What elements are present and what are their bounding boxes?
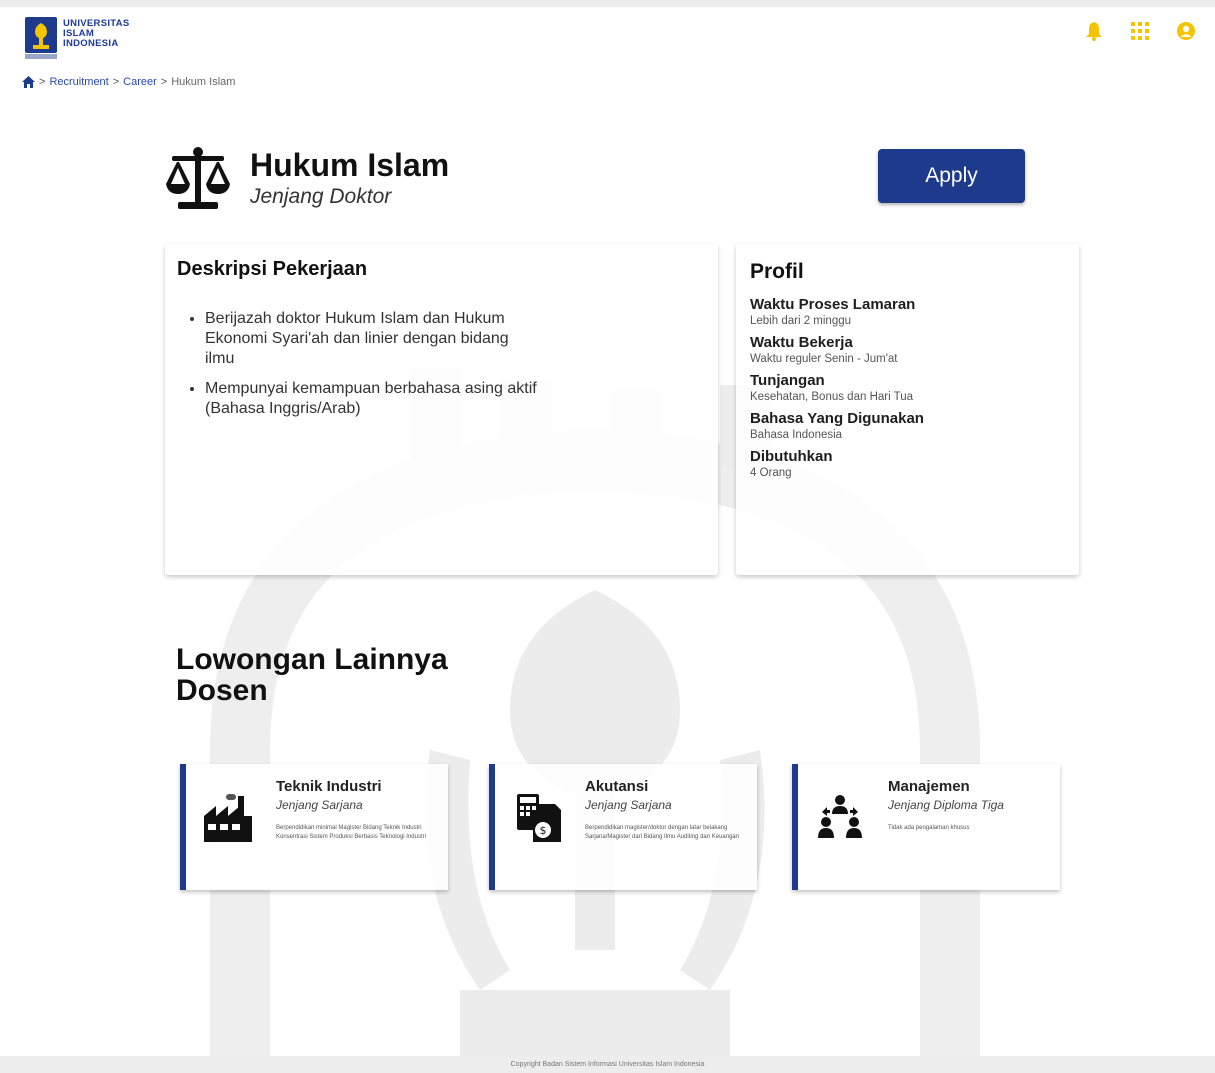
profile-label: Bahasa Yang Digunakan [750, 410, 924, 427]
user-account-button[interactable] [1175, 20, 1197, 42]
breadcrumb-separator: > [39, 76, 46, 88]
profile-item-working-time: Waktu Bekerja Waktu reguler Senin - Jum'… [750, 334, 1065, 366]
vacancy-level: Jenjang Sarjana [585, 798, 672, 812]
vacancy-body: Akutansi Jenjang Sarjana Berpendidikan m… [585, 778, 749, 841]
job-level: Jenjang Doktor [250, 185, 392, 208]
vacancy-title: Akutansi [585, 778, 649, 795]
profile-label: Dibutuhkan [750, 448, 833, 465]
breadcrumb-separator: > [112, 76, 120, 88]
grid-apps-icon [1131, 22, 1149, 40]
vacancy-body: Manajemen Jenjang Diploma Tiga Tidak ada… [888, 778, 1052, 833]
vacancy-description: Berpendidikan magister/doktor dengan lat… [585, 825, 740, 840]
logo-line-3: INDONESIA [63, 38, 119, 49]
vacancy-body: Teknik Industri Jenjang Sarjana Berpendi… [276, 778, 440, 841]
user-circle-icon [1177, 22, 1195, 40]
profile-heading: Profil [750, 260, 804, 283]
description-list: Berijazah doktor Hukum Islam dan Hukum E… [177, 309, 537, 419]
job-title: Hukum Islam [250, 147, 450, 183]
university-logo[interactable]: UNIVERSITAS ISLAM INDONESIA [25, 17, 129, 59]
description-item: Mempunyai kemampuan berbahasa asing akti… [205, 379, 537, 419]
job-description-card: Deskripsi Pekerjaan Berijazah doktor Huk… [165, 244, 718, 575]
profile-label: Waktu Bekerja [750, 334, 853, 351]
scales-of-justice-icon [166, 147, 230, 209]
vacancy-title: Teknik Industri [276, 778, 382, 795]
vacancy-level: Jenjang Diploma Tiga [888, 798, 1004, 812]
profile-value: 4 Orang [750, 467, 792, 479]
vacancy-card-akutansi[interactable]: $ Akutansi Jenjang Sarjana Berpendidikan… [489, 764, 757, 890]
breadcrumb: > Recruitment > Career > Hukum Islam [22, 76, 235, 88]
breadcrumb-current: Hukum Islam [171, 76, 236, 88]
breadcrumb-separator: > [160, 76, 168, 88]
profile-value: Lebih dari 2 minggu [750, 315, 852, 327]
vacancy-card-teknik-industri[interactable]: Teknik Industri Jenjang Sarjana Berpendi… [180, 764, 448, 890]
profile-card: Profil Waktu Proses Lamaran Lebih dari 2… [736, 244, 1079, 575]
breadcrumb-recruitment[interactable]: Recruitment [49, 76, 108, 88]
other-vacancies-title: Lowongan Lainnya Dosen [176, 644, 448, 706]
profile-label: Waktu Proses Lamaran [750, 296, 916, 313]
apps-menu-button[interactable] [1129, 20, 1151, 42]
bell-icon [1086, 22, 1102, 41]
top-border [0, 0, 1215, 7]
other-vacancies-heading: Lowongan Lainnya [176, 643, 448, 676]
footer-copyright: Copyright Badan Sistem Informasi Univers… [0, 1056, 1215, 1073]
description-item: Berijazah doktor Hukum Islam dan Hukum E… [205, 309, 537, 369]
profile-item-benefits: Tunjangan Kesehatan, Bonus dan Hari Tua [750, 372, 1065, 404]
notification-button[interactable] [1083, 20, 1105, 42]
logo-text: UNIVERSITAS ISLAM INDONESIA [63, 19, 129, 49]
svg-text:$: $ [540, 824, 547, 837]
vacancy-description: Tidak ada pengalaman khusus [888, 825, 970, 831]
vacancy-level: Jenjang Sarjana [276, 798, 363, 812]
job-header: Hukum Islam Jenjang Doktor [164, 144, 449, 212]
job-titles: Hukum Islam Jenjang Doktor [250, 147, 449, 209]
university-logo-icon [25, 17, 57, 59]
breadcrumb-career[interactable]: Career [123, 76, 157, 88]
description-heading: Deskripsi Pekerjaan [177, 258, 368, 280]
apply-button[interactable]: Apply [878, 149, 1025, 203]
profile-item-needed: Dibutuhkan 4 Orang [750, 448, 1065, 480]
profile-value: Kesehatan, Bonus dan Hari Tua [750, 391, 914, 403]
home-icon[interactable] [22, 76, 35, 88]
profile-list: Waktu Proses Lamaran Lebih dari 2 minggu… [750, 296, 1065, 480]
accounting-calculator-icon: $ [517, 794, 561, 842]
other-vacancies-category: Dosen [176, 674, 268, 707]
top-header: UNIVERSITAS ISLAM INDONESIA [0, 7, 1215, 67]
people-management-icon [818, 795, 862, 838]
factory-icon [204, 794, 252, 842]
profile-item-application-time: Waktu Proses Lamaran Lebih dari 2 minggu [750, 296, 1065, 328]
vacancy-title: Manajemen [888, 778, 970, 795]
profile-label: Tunjangan [750, 372, 825, 389]
vacancy-description: Berpendidikan minimal Magister Bidang Te… [276, 825, 426, 840]
vacancy-card-manajemen[interactable]: Manajemen Jenjang Diploma Tiga Tidak ada… [792, 764, 1060, 890]
profile-value: Bahasa Indonesia [750, 429, 843, 441]
profile-value: Waktu reguler Senin - Jum'at [750, 353, 898, 365]
header-actions [1083, 20, 1197, 42]
profile-item-language: Bahasa Yang Digunakan Bahasa Indonesia [750, 410, 1065, 442]
